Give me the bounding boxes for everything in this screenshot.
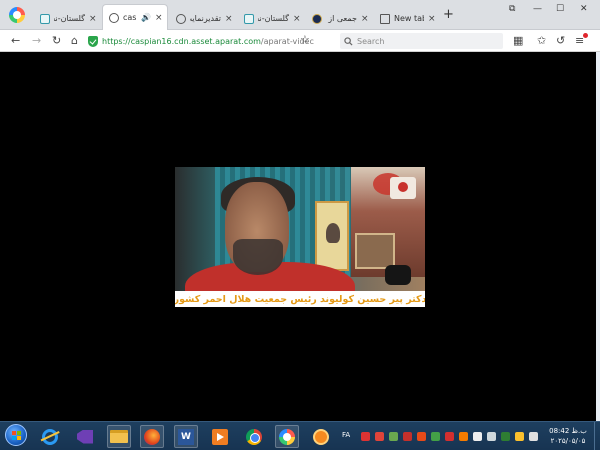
tray-flag-icon[interactable] (459, 432, 468, 441)
notification-dot (583, 33, 588, 38)
video-microphone (385, 265, 411, 285)
clock-time: 08:42 ب.ظ (549, 427, 587, 435)
video-poster (315, 201, 349, 271)
page-content: دکتر پیر حسین کولیوند رئیس جمعیت هلال اح… (0, 53, 600, 421)
minimize-button[interactable]: — (533, 4, 542, 14)
taskbar-explorer[interactable] (107, 425, 131, 448)
video-caption-bar: دکتر پیر حسین کولیوند رئیس جمعیت هلال اح… (175, 291, 425, 307)
taskbar-chrome[interactable] (242, 425, 266, 448)
tab-close-icon[interactable]: × (155, 13, 163, 23)
tray-security-icon[interactable] (403, 432, 412, 441)
maximize-button[interactable]: ☐ (556, 4, 564, 14)
apps-icon[interactable]: ▦ (513, 34, 523, 48)
image-icon (40, 13, 50, 24)
tab-title: caspian (123, 13, 137, 22)
folder-icon (110, 430, 128, 443)
tray-app-green-icon[interactable] (501, 432, 510, 441)
url-text: https://caspian16.cdn.asset.aparat.com/a… (102, 36, 314, 46)
tray-update-icon[interactable] (431, 432, 440, 441)
chrome-icon (246, 428, 262, 445)
video-person-beard (233, 239, 283, 275)
reload-button[interactable]: ↻ (52, 34, 61, 48)
tab-close-icon[interactable]: × (89, 14, 97, 24)
tray-app-yellow-icon[interactable] (515, 432, 524, 441)
desktop-edge (596, 52, 600, 421)
home-button[interactable]: ⌂ (71, 34, 78, 48)
media-player-icon (212, 428, 228, 445)
system-clock[interactable]: 08:42 ب.ظ ۲۰۲۵/۰۵/۰۵ (548, 426, 588, 446)
globe-icon (176, 13, 186, 24)
back-button[interactable]: ← (11, 34, 20, 48)
tray-network-icon[interactable] (389, 432, 398, 441)
language-indicator[interactable]: FA (342, 431, 350, 439)
favorites-icon[interactable]: ✩ (537, 34, 546, 48)
tab-title: New tab (394, 14, 424, 23)
address-bar[interactable]: https://caspian16.cdn.asset.aparat.com/a… (88, 33, 334, 49)
tab-title: گلستان-نه (258, 14, 289, 23)
tab-close-icon[interactable]: × (361, 14, 369, 24)
tab-title: تقدیرنمایت (190, 14, 221, 23)
tab-title: جمعی از به (326, 14, 357, 23)
tab-4[interactable]: گلستان-نه × (238, 7, 305, 30)
navigation-bar: ← → ↻ ⌂ https://caspian16.cdn.asset.apar… (0, 30, 600, 52)
forward-button[interactable]: → (32, 34, 41, 48)
tray-antivirus-icon[interactable] (445, 432, 454, 441)
firefox-icon (144, 428, 160, 445)
video-player[interactable]: دکتر پیر حسین کولیوند رئیس جمعیت هلال اح… (175, 167, 425, 307)
app-icon (313, 428, 329, 445)
tab-2-active[interactable]: caspian 🔊 × (102, 4, 168, 30)
taskbar-ie[interactable] (38, 425, 62, 448)
browser-logo-icon[interactable] (9, 7, 25, 23)
tray-downloader-icon[interactable] (417, 432, 426, 441)
tray-action-center-icon[interactable] (473, 432, 482, 441)
close-window-button[interactable]: ✕ (580, 4, 588, 14)
tab-6[interactable]: New tab × (374, 7, 440, 30)
search-box[interactable]: Search (340, 33, 503, 49)
show-desktop-button[interactable] (594, 422, 600, 450)
taskbar-firefox[interactable] (140, 425, 164, 448)
video-frame-picture (355, 233, 395, 269)
tab-1[interactable]: گلستان-نه × (34, 7, 101, 30)
tab-3[interactable]: تقدیرنمایت × (170, 7, 237, 30)
globe-icon (109, 12, 119, 23)
image-icon (244, 13, 254, 24)
taskbar-360-browser[interactable] (275, 425, 299, 448)
taskbar-visual-studio[interactable] (73, 425, 97, 448)
visual-studio-icon (77, 429, 93, 444)
taskbar-word[interactable]: W (174, 425, 198, 448)
video-logo (390, 177, 416, 199)
tray-app-icon[interactable] (361, 432, 370, 441)
taskbar: W FA 08:42 ب.ظ ۲۰۲۵/۰۵/۰۵ (0, 421, 600, 450)
speaker-icon[interactable]: 🔊 (141, 13, 151, 22)
new-tab-button[interactable]: + (443, 8, 454, 21)
tray-signal-icon[interactable] (487, 432, 496, 441)
history-icon[interactable]: ↺ (556, 34, 565, 48)
search-icon (344, 36, 353, 46)
taskbar-app[interactable] (309, 425, 333, 448)
start-button[interactable] (5, 424, 27, 446)
bookmark-star-icon[interactable]: ☆ (300, 33, 310, 47)
tab-close-icon[interactable]: × (293, 14, 301, 24)
search-placeholder: Search (357, 36, 385, 46)
taskbar-media-player[interactable] (208, 425, 232, 448)
avatar-icon (312, 13, 322, 24)
tab-5[interactable]: جمعی از به × (306, 7, 373, 30)
restore-icon[interactable]: ⧉ (509, 4, 515, 14)
tab-close-icon[interactable]: × (428, 14, 436, 24)
tab-title: گلستان-نه (54, 14, 85, 23)
ie-icon (42, 428, 58, 445)
secure-shield-icon (88, 35, 98, 47)
word-icon: W (178, 428, 194, 445)
browser-window: گلستان-نه × caspian 🔊 × تقدیرنمایت × گلس… (0, 0, 600, 421)
tab-close-icon[interactable]: × (225, 14, 233, 24)
tab-strip: گلستان-نه × caspian 🔊 × تقدیرنمایت × گلس… (0, 0, 600, 30)
tray-record-icon[interactable] (375, 432, 384, 441)
clock-date: ۲۰۲۵/۰۵/۰۵ (550, 437, 586, 445)
video-caption: دکتر پیر حسین کولیوند رئیس جمعیت هلال اح… (175, 293, 425, 305)
volume-icon[interactable] (529, 432, 538, 441)
newtab-icon (380, 13, 390, 24)
browser-360-icon (279, 428, 295, 445)
